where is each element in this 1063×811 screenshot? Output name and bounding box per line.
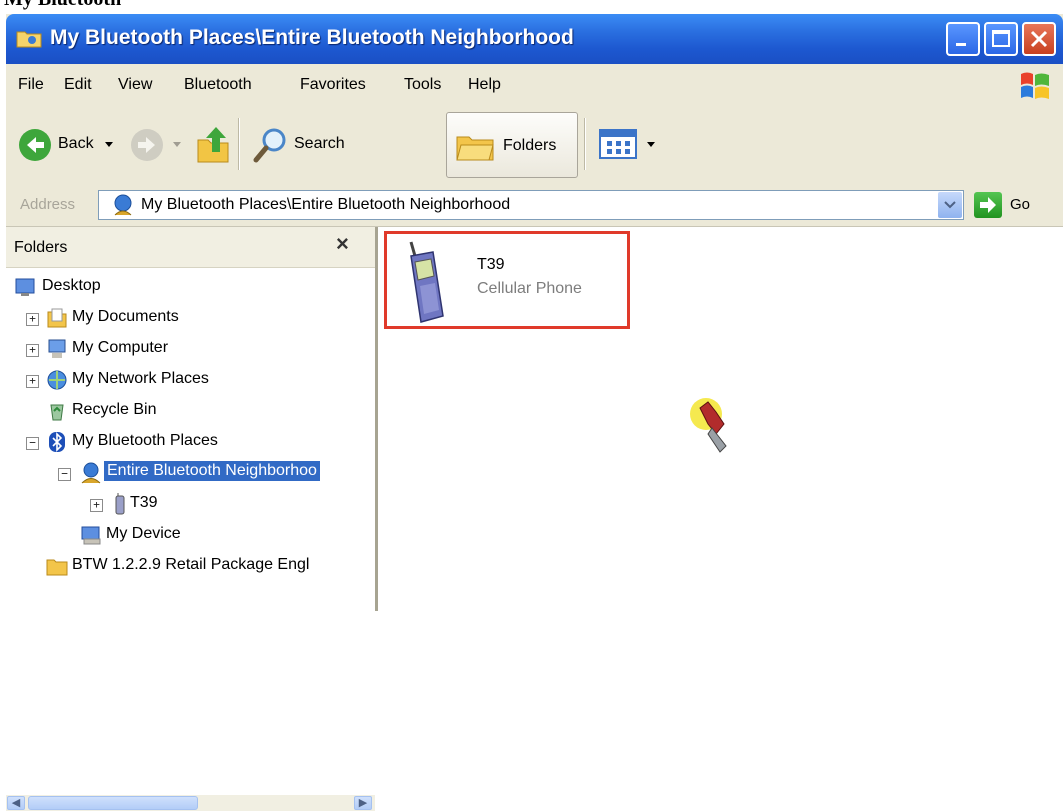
folders-button-label: Folders (503, 137, 557, 154)
go-arrow-icon (980, 197, 996, 213)
tree-item-label: Desktop (42, 277, 101, 294)
window-title: My Bluetooth Places\Entire Bluetooth Nei… (50, 26, 574, 49)
standard-toolbar: Back Search Folders (6, 106, 1063, 187)
go-button-label[interactable]: Go (1010, 196, 1030, 213)
phone-icon (115, 493, 125, 515)
minimize-icon (956, 43, 966, 46)
folder-title-icon (16, 31, 42, 48)
device-type: Cellular Phone (477, 280, 582, 297)
address-input[interactable]: My Bluetooth Places\Entire Bluetooth Nei… (98, 190, 964, 220)
device-name: T39 (477, 256, 505, 273)
tree-item-my-device[interactable]: My Device (6, 521, 375, 551)
menu-bar: File Edit View Bluetooth Favorites Tools… (6, 64, 1063, 107)
minimize-button[interactable] (946, 22, 980, 56)
folders-pane-title: Folders (14, 239, 68, 256)
close-button[interactable] (1022, 22, 1056, 56)
menu-file[interactable]: File (18, 76, 44, 94)
folders-pane: Folders × Desktop + My Documents + My Co… (6, 227, 378, 811)
folders-button[interactable]: Folders (446, 112, 578, 178)
folder-icon (46, 559, 68, 576)
forward-arrow-icon[interactable] (130, 128, 164, 162)
tree-item-recycle-bin[interactable]: Recycle Bin (6, 397, 375, 427)
busy-cursor-icon (690, 398, 727, 453)
menu-view[interactable]: View (118, 76, 152, 94)
horizontal-scrollbar[interactable]: ◀ ▶ (6, 795, 375, 811)
tree-item-my-documents[interactable]: + My Documents (6, 304, 375, 334)
tree-item-desktop[interactable]: Desktop (6, 273, 375, 303)
my-device-icon (81, 526, 101, 545)
search-icon[interactable] (252, 126, 290, 164)
collapse-icon[interactable]: − (26, 437, 39, 450)
documents-icon (47, 308, 67, 328)
tree-item-label: My Bluetooth Places (72, 432, 218, 449)
tree-item-label: T39 (130, 494, 158, 511)
tree-item-label: My Documents (72, 308, 179, 325)
recycle-bin-icon (50, 404, 64, 421)
neighborhood-icon (81, 462, 101, 484)
menu-favorites[interactable]: Favorites (300, 76, 366, 94)
bluetooth-icon (49, 432, 65, 452)
tree-item-label: BTW 1.2.2.9 Retail Package Engl (72, 556, 310, 573)
address-label: Address (20, 196, 76, 213)
expand-icon[interactable]: + (26, 313, 39, 326)
explorer-window: My Bluetooth Places\Entire Bluetooth Nei… (6, 14, 1063, 811)
chevron-down-icon (944, 201, 956, 209)
forward-dropdown-icon[interactable] (172, 141, 182, 149)
bluetooth-neighborhood-icon (114, 194, 132, 216)
tree-item-btw-folder[interactable]: BTW 1.2.2.9 Retail Package Engl (6, 552, 375, 582)
menu-tools[interactable]: Tools (404, 76, 441, 94)
collapse-icon[interactable]: − (58, 468, 71, 481)
back-arrow-icon[interactable] (18, 128, 52, 162)
tree-item-label: Entire Bluetooth Neighborhoo (104, 461, 320, 481)
back-button-label[interactable]: Back (58, 135, 94, 153)
expand-icon[interactable]: + (26, 344, 39, 357)
views-dropdown-icon[interactable] (646, 141, 656, 149)
desktop-icon (15, 278, 35, 296)
tree-item-label: My Network Places (72, 370, 209, 387)
windows-logo-icon (1021, 72, 1049, 99)
device-tile-t39[interactable]: T39 Cellular Phone (384, 231, 630, 329)
close-icon (1030, 30, 1048, 48)
tree-item-t39[interactable]: + T39 (6, 490, 375, 520)
search-button-label[interactable]: Search (294, 135, 345, 153)
folders-icon (456, 136, 494, 161)
folders-pane-header: Folders × (6, 227, 375, 268)
toolbar-separator (238, 118, 239, 170)
back-dropdown-icon[interactable] (104, 141, 114, 149)
address-dropdown-button[interactable] (938, 192, 962, 218)
address-value: My Bluetooth Places\Entire Bluetooth Nei… (141, 196, 511, 213)
close-pane-icon[interactable]: × (336, 231, 349, 257)
maximize-icon (992, 30, 1010, 47)
tree-item-label: My Device (106, 525, 181, 542)
network-icon (47, 370, 67, 390)
scroll-right-button[interactable]: ▶ (354, 796, 372, 810)
cellular-phone-icon (409, 241, 444, 323)
scroll-left-button[interactable]: ◀ (7, 796, 25, 810)
menu-help[interactable]: Help (468, 76, 501, 94)
views-icon[interactable] (598, 128, 638, 160)
toolbar-separator (584, 118, 585, 170)
menu-edit[interactable]: Edit (64, 76, 92, 94)
go-button[interactable] (974, 192, 1002, 218)
maximize-button[interactable] (984, 22, 1018, 56)
tree-item-my-bluetooth-places[interactable]: − My Bluetooth Places (6, 428, 375, 458)
tree-item-my-computer[interactable]: + My Computer (6, 335, 375, 365)
scrollbar-thumb[interactable] (28, 796, 198, 810)
expand-icon[interactable]: + (90, 499, 103, 512)
title-bar[interactable]: My Bluetooth Places\Entire Bluetooth Nei… (6, 14, 1063, 64)
address-bar: Address My Bluetooth Places\Entire Bluet… (6, 186, 1063, 227)
document-heading-fragment: My Bluetooth (0, 0, 1063, 14)
computer-icon (48, 339, 66, 358)
tree-item-my-network-places[interactable]: + My Network Places (6, 366, 375, 396)
expand-icon[interactable]: + (26, 375, 39, 388)
tree-item-label: My Computer (72, 339, 169, 356)
menu-bluetooth[interactable]: Bluetooth (184, 76, 252, 94)
tree-item-label: Recycle Bin (72, 401, 157, 418)
tree-item-entire-bluetooth-neighborhood[interactable]: − Entire Bluetooth Neighborhoo (6, 459, 375, 489)
up-folder-icon[interactable] (196, 124, 230, 164)
